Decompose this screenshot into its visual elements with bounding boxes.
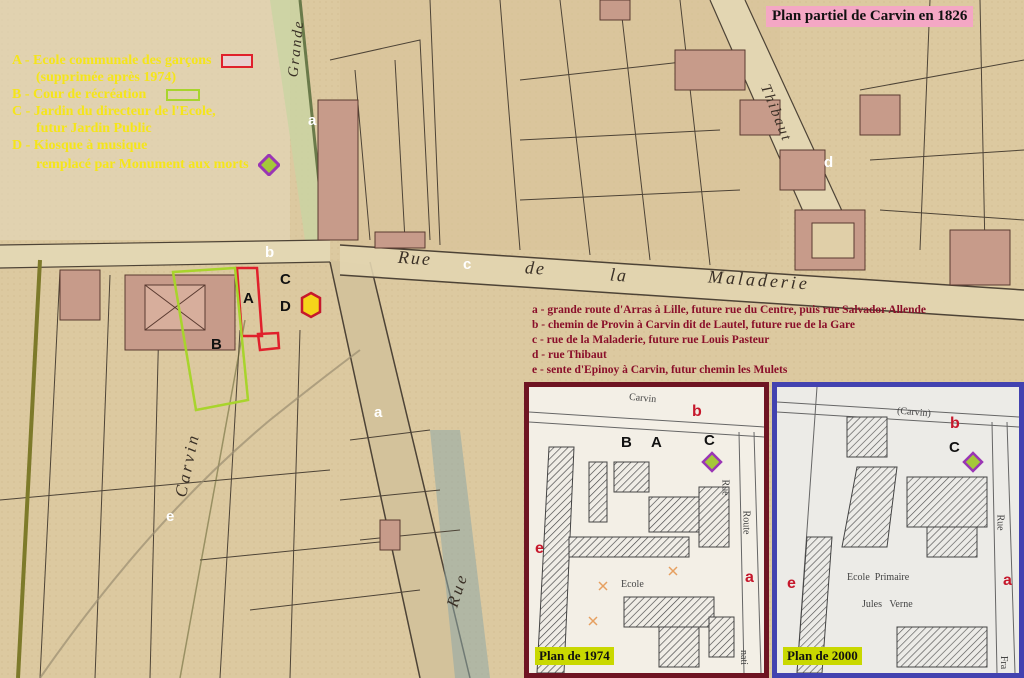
inset-plan-1974: B A C b a e Carvin Rue Route Ecole nati … [524,382,769,678]
plan1974-label-b: b [692,403,702,420]
plan-2000-caption: Plan de 2000 [783,647,862,665]
plan-1974-drawing [529,387,764,673]
map-label-e: e [166,508,175,525]
map-label-b: b [265,244,275,261]
map-label-a-top: a [308,112,317,129]
plan-2000-drawing [777,387,1019,673]
legend-item-A-label: A - Ecole communale des garçons [12,53,212,68]
plan1974-label-e: e [535,540,544,557]
street-name-la: la [609,264,629,286]
plan2000-street-fra: Fra [998,655,1010,670]
map-label-a-bottom: a [374,404,383,421]
plan2000-jules: Jules Verne [862,599,913,610]
inset-plan-2000: C b a e (Carvin) Rue Fra Ecole Primaire … [772,382,1024,678]
plan1974-street-rue: Rue [719,479,731,496]
plan2000-street-rue: Rue [994,514,1006,531]
plan2000-ecole: Ecole Primaire [847,572,910,583]
map-label-A: A [243,290,254,307]
street-name-rue: Rue [397,246,433,270]
plan2000-label-e: e [787,575,796,592]
legend-item-B: B - Cour de récréation [12,86,280,103]
diamond-icon [258,154,281,176]
map-label-C: C [280,271,291,288]
plan1974-ecole: Ecole [621,579,644,590]
legend-streets: a - grande route d'Arras à Lille, future… [532,303,926,378]
plan1974-street-route: Route [740,510,752,535]
street-legend-c: c - rue de la Maladerie, future rue Loui… [532,334,770,346]
street-legend-b: b - chemin de Provin à Carvin dit de Lau… [532,319,855,331]
green-rectangle-swatch [165,88,200,101]
plan-1974-caption: Plan de 1974 [535,647,614,665]
legend-item-D: D - Kiosque à musique [12,138,148,153]
plan1974-label-C: C [704,432,715,449]
legend-item-A: A - Ecole communale des garçons [12,52,280,69]
map-label-D: D [280,298,291,315]
street-legend-a: a - grande route d'Arras à Lille, future… [532,304,926,316]
plan1974-street-nat: nati [738,650,749,665]
map-title: Plan partiel de Carvin en 1826 [766,6,974,27]
street-legend-d: d - rue Thibaut [532,349,607,361]
plan2000-label-C: C [949,439,960,456]
kiosk-hexagon [300,291,322,319]
street-name-de: de [524,257,547,279]
map-label-c: c [463,256,472,273]
legend-places: A - Ecole communale des garçons (supprim… [12,52,281,176]
red-rectangle-swatch [220,53,253,68]
plan2000-label-a: a [1003,572,1012,589]
legend-item-C-sub: futur Jardin Public [36,121,152,136]
map-label-d: d [824,154,834,171]
plan1974-street-carvin: Carvin [628,391,657,406]
legend-item-C: C - Jardin du directeur de l'Ecole, [12,104,216,119]
plan2000-label-b: b [950,415,960,432]
plan1974-label-A: A [651,434,662,451]
legend-item-D-sub-label: remplacé par Monument aux morts [36,157,249,173]
map-label-B: B [211,336,222,353]
legend-item-A-sub: (supprimée après 1974) [36,70,176,85]
legend-item-B-label: B - Cour de récréation [12,87,147,102]
legend-item-D-sub: remplacé par Monument aux morts [12,154,281,176]
plan1974-label-B: B [621,434,632,451]
map-stage: a b c d a e C D A B Grande Thibaut Rue d… [0,0,1024,678]
street-legend-e: e - sente d'Epinoy à Carvin, futur chemi… [532,364,788,376]
plan1974-label-a: a [745,569,754,586]
